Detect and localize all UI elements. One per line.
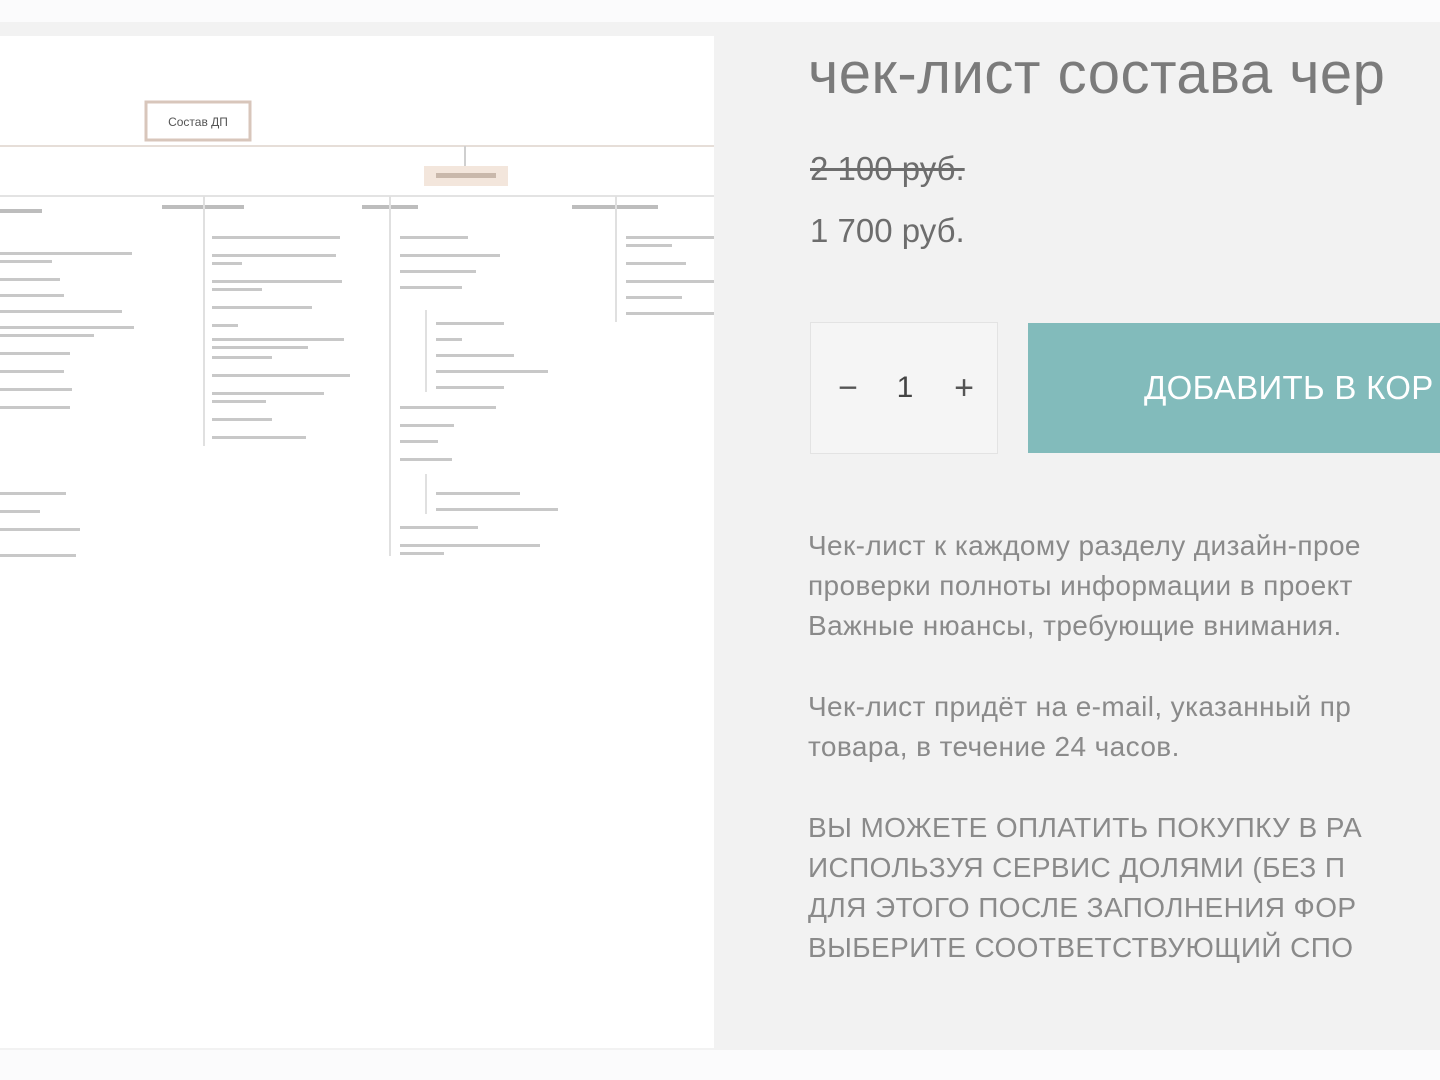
description-line: товара, в течение 24 часов. bbox=[808, 731, 1180, 762]
description-line: ДЛЯ ЭТОГО ПОСЛЕ ЗАПОЛНЕНИЯ ФОР bbox=[808, 892, 1357, 923]
diagram-column-3 bbox=[400, 236, 558, 555]
diagram-column-header bbox=[0, 209, 42, 213]
delivery-paragraph: Чек-лист придёт на e-mail, указанный пр … bbox=[808, 687, 1351, 767]
quantity-input[interactable]: 1 bbox=[877, 361, 933, 415]
product-page: Состав ДП чек-лист состава чер 2 100 руб… bbox=[0, 0, 1440, 1080]
top-strip bbox=[0, 0, 1440, 22]
add-to-cart-button[interactable]: ДОБАВИТЬ В КОР bbox=[1028, 323, 1440, 453]
description-line: Чек-лист к каждому разделу дизайн-прое bbox=[808, 530, 1361, 561]
installments-paragraph: ВЫ МОЖЕТЕ ОПЛАТИТЬ ПОКУПКУ В РА ИСПОЛЬЗУ… bbox=[808, 808, 1362, 968]
product-title: чек-лист состава чер bbox=[808, 41, 1386, 106]
description-line: ИСПОЛЬЗУЯ СЕРВИС ДОЛЯМИ (БЕЗ П bbox=[808, 852, 1346, 883]
product-image[interactable]: Состав ДП bbox=[0, 36, 714, 1048]
diagram-column-4 bbox=[626, 236, 714, 315]
quantity-stepper: − 1 + bbox=[810, 322, 998, 454]
diagram-preview: Состав ДП bbox=[0, 100, 714, 557]
increase-quantity-button[interactable]: + bbox=[939, 361, 989, 415]
bottom-strip bbox=[0, 1050, 1440, 1080]
decrease-quantity-button[interactable]: − bbox=[823, 361, 873, 415]
description-line: Чек-лист придёт на e-mail, указанный пр bbox=[808, 691, 1352, 722]
diagram-column-1 bbox=[0, 252, 134, 557]
diagram-node-text bbox=[436, 173, 496, 178]
diagram-root-label: Состав ДП bbox=[168, 115, 228, 129]
description-paragraph: Чек-лист к каждому разделу дизайн-прое п… bbox=[808, 526, 1361, 646]
description-line: ВЫБЕРИТЕ СООТВЕТСТВУЮЩИЙ СПО bbox=[808, 932, 1354, 963]
description-line: Важные нюансы, требующие внимания. bbox=[808, 610, 1342, 641]
old-price: 2 100 руб. bbox=[810, 150, 965, 187]
current-price: 1 700 руб. bbox=[810, 212, 965, 249]
diagram-column-2 bbox=[212, 236, 350, 439]
description-line: проверки полноты информации в проект bbox=[808, 570, 1353, 601]
description-line: ВЫ МОЖЕТЕ ОПЛАТИТЬ ПОКУПКУ В РА bbox=[808, 812, 1363, 843]
